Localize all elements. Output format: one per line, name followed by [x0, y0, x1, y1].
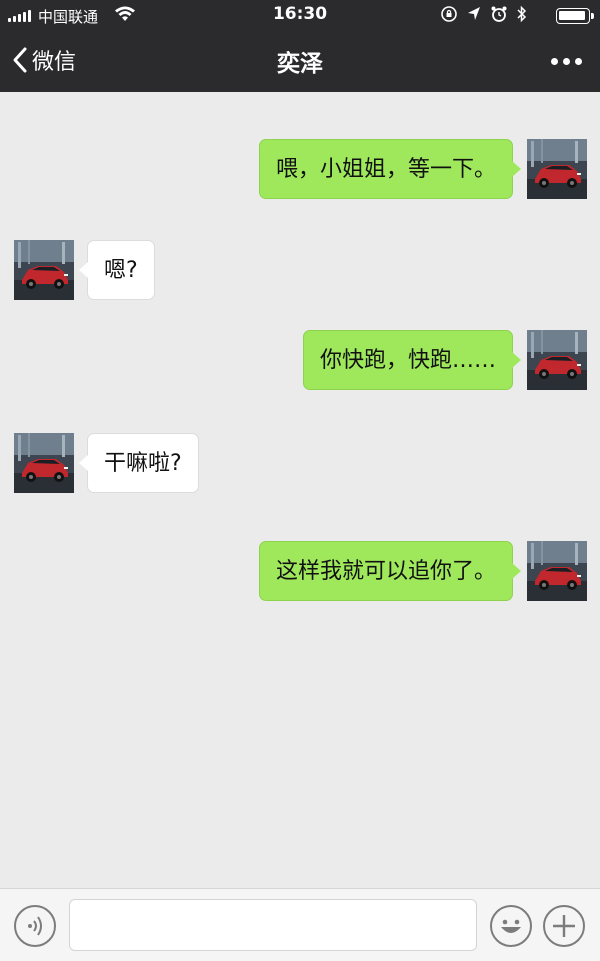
location-icon: [468, 7, 480, 20]
plus-icon[interactable]: [543, 905, 585, 947]
status-icons: [440, 5, 528, 23]
input-bar: [0, 888, 600, 961]
battery-icon: [556, 8, 594, 24]
message-bubble-outgoing[interactable]: 这样我就可以追你了。: [258, 541, 522, 601]
contact-avatar[interactable]: [14, 240, 74, 300]
emoji-icon[interactable]: [490, 905, 532, 947]
message-bubble-incoming[interactable]: 干嘛啦?: [79, 433, 199, 493]
message-bubble-incoming[interactable]: 嗯?: [79, 240, 155, 300]
voice-icon[interactable]: [14, 905, 56, 947]
my-avatar[interactable]: [527, 330, 587, 390]
alarm-icon: [491, 6, 507, 22]
message-input[interactable]: [69, 899, 477, 951]
message-bubble-outgoing[interactable]: 喂，小姐姐，等一下。: [258, 139, 522, 199]
my-avatar[interactable]: [527, 541, 587, 601]
top-bar: 中国联通 16:30 微信 奕泽: [0, 0, 600, 92]
more-icon[interactable]: [551, 50, 582, 72]
message-bubble-outgoing[interactable]: 你快跑，快跑……: [302, 330, 522, 390]
my-avatar[interactable]: [527, 139, 587, 199]
bluetooth-icon: [517, 5, 527, 23]
contact-avatar[interactable]: [14, 433, 74, 493]
chat-title: 奕泽: [277, 51, 323, 77]
status-bar: 中国联通 16:30: [0, 0, 600, 32]
orientation-lock-icon: [441, 6, 457, 22]
